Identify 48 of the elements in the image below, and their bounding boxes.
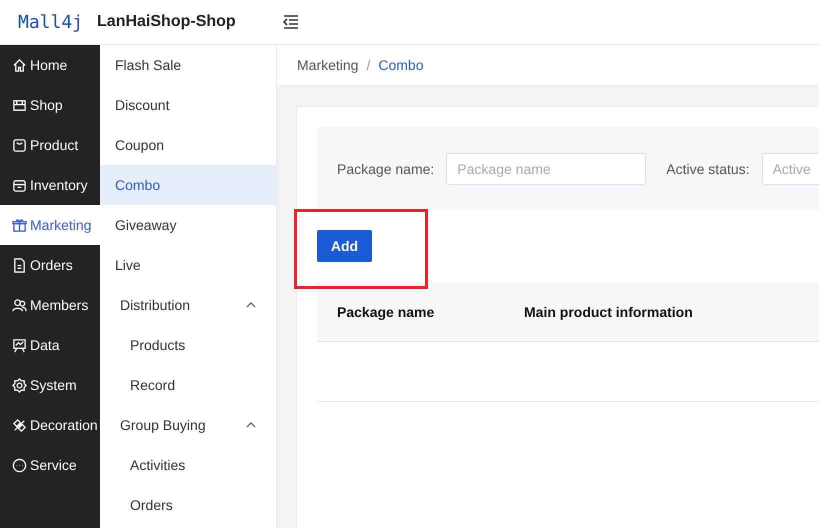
main-nav-item[interactable]: Members	[0, 285, 100, 325]
search-field[interactable]: Active	[762, 152, 819, 184]
main-nav-item[interactable]: Home	[0, 45, 100, 85]
product-icon	[12, 138, 27, 152]
main-nav-item[interactable]: Orders	[0, 245, 100, 285]
data-icon	[12, 338, 27, 352]
service-icon	[12, 458, 27, 472]
shop-icon	[12, 98, 27, 112]
gift-icon	[12, 218, 27, 232]
main-nav-item[interactable]: Marketing	[0, 205, 100, 245]
submenu-group[interactable]: Group Buying	[100, 405, 276, 445]
submenu-item[interactable]: Orders	[100, 485, 276, 525]
main-nav-item[interactable]: Data	[0, 325, 100, 365]
submenu-item[interactable]: Flash Sale	[100, 45, 276, 85]
submenu-item[interactable]: Discount	[100, 85, 276, 125]
field-label: Active status:	[666, 160, 750, 176]
search-field[interactable]: Package name	[446, 152, 646, 184]
chevron-icon	[246, 422, 256, 428]
breadcrumb-item[interactable]: Marketing	[297, 57, 358, 73]
submenu-item[interactable]: Live	[100, 245, 276, 285]
main-nav-item[interactable]: System	[0, 365, 100, 405]
submenu-item[interactable]: Record	[100, 365, 276, 405]
field-label: Package name:	[337, 160, 434, 176]
add-button[interactable]: Add	[317, 230, 372, 262]
main-nav-item[interactable]: Service	[0, 445, 100, 485]
app-title: LanHaiShop-Shop	[97, 13, 236, 31]
system-icon	[12, 378, 27, 392]
menu-fold-icon[interactable]	[282, 14, 300, 30]
inventory-icon	[12, 178, 27, 192]
submenu-item[interactable]: Combo	[100, 165, 276, 205]
column-header: Package name	[337, 304, 436, 320]
main-nav-item[interactable]: Inventory	[0, 165, 100, 205]
orders-icon	[12, 258, 27, 272]
main-nav-item[interactable]: Decoration	[0, 405, 100, 445]
main-nav-item[interactable]: Product	[0, 125, 100, 165]
home-icon	[12, 58, 27, 72]
submenu-item[interactable]: Coupon	[100, 125, 276, 165]
logo: Mall4j	[18, 12, 84, 32]
submenu-item[interactable]: Products	[100, 325, 276, 365]
submenu-item[interactable]: Activities	[100, 445, 276, 485]
breadcrumb-separator: /	[366, 57, 370, 73]
members-icon	[12, 298, 27, 312]
submenu-item[interactable]: Giveaway	[100, 205, 276, 245]
submenu-group[interactable]: Distribution	[100, 285, 276, 325]
column-header: Main product information	[524, 304, 693, 320]
main-nav-item[interactable]: Shop	[0, 85, 100, 125]
breadcrumb-item: Combo	[378, 57, 424, 73]
chevron-icon	[246, 302, 256, 308]
